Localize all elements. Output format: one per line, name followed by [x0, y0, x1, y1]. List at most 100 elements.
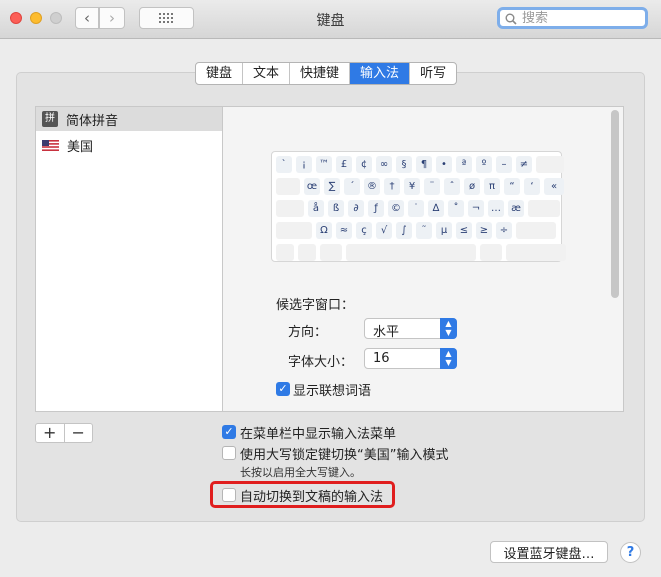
keyboard-key: ` [276, 156, 292, 173]
setup-bluetooth-keyboard-button[interactable]: 设置蓝牙键盘… [490, 541, 608, 563]
keyboard-key: … [488, 200, 504, 217]
tab-text[interactable]: 文本 [243, 63, 291, 84]
keyboard-key: ç [356, 222, 372, 239]
add-source-button[interactable]: + [36, 424, 65, 442]
keyboard-key: ∆ [428, 200, 444, 217]
tab-input-sources[interactable]: 输入法 [350, 63, 411, 84]
keyboard-key: π [484, 178, 500, 195]
keyboard-key: ≈ [336, 222, 352, 239]
title-bar: ‹ › 键盘 搜索 [0, 0, 661, 39]
scrollbar-thumb[interactable] [611, 110, 619, 298]
checkmark-icon: ✓ [224, 425, 234, 438]
search-icon [505, 13, 517, 25]
keyboard-key: † [384, 178, 400, 195]
list-item-pinyin[interactable]: 拼 简体拼音 [36, 107, 222, 131]
show-menu-checkbox[interactable]: ✓ [222, 425, 236, 439]
list-item-label: 美国 [67, 139, 94, 155]
keyboard-key: ¬ [468, 200, 484, 217]
candidate-window-heading: 候选字窗口： [276, 298, 355, 313]
search-placeholder: 搜索 [522, 11, 549, 26]
keyboard-key: – [496, 156, 512, 173]
keyboard-key: √ [376, 222, 392, 239]
help-button[interactable]: ? [620, 542, 641, 563]
keyboard-key: £ [336, 156, 352, 173]
keyboard-key [276, 222, 312, 239]
search-field[interactable]: 搜索 [497, 7, 648, 29]
keyboard-key [320, 244, 342, 261]
list-item-us[interactable]: 美国 [36, 133, 222, 157]
orientation-label: 方向： [288, 325, 328, 340]
list-item-label: 简体拼音 [66, 113, 119, 129]
keyboard-key: ª [456, 156, 472, 173]
keyboard-key [506, 244, 566, 261]
keyboard-key: © [388, 200, 404, 217]
us-flag-icon [42, 139, 59, 151]
keyboard-key: ˜ [416, 222, 432, 239]
keyboard-key [276, 244, 294, 261]
keyboard-key: º [476, 156, 492, 173]
capslock-hint: 长按以启用全大写键入。 [240, 466, 361, 479]
font-size-value: 16 [373, 351, 390, 366]
keyboard-key: œ [304, 178, 320, 195]
keyboard-key [298, 244, 316, 261]
keyboard-viewer: ` ¡ ™ £ ¢ ∞ § ¶ • ª º – ≠ œ ∑ ´ ® † ¥ ¨ ˆ ø π “‘« å ß ∂ ƒ © ˙ ∆ ˚ ¬… æ Ω ≈ ç… [271, 151, 566, 262]
keyboard-key [346, 244, 476, 261]
capslock-switch-label: 使用大写锁定键切换“美国”输入模式 [240, 448, 449, 463]
font-size-label: 字体大小： [288, 355, 354, 370]
remove-source-button[interactable]: − [65, 424, 93, 442]
keyboard-key: ´ [344, 178, 360, 195]
keyboard-key: ˆ [444, 178, 460, 195]
keyboard-key: Ω [316, 222, 332, 239]
auto-switch-label: 自动切换到文稿的输入法 [240, 490, 384, 505]
keyboard-key: ∞ [376, 156, 392, 173]
keyboard-key: ˙ [408, 200, 424, 217]
keyboard-key: ø [464, 178, 480, 195]
keyboard-key: ƒ [368, 200, 384, 217]
updown-arrows-icon: ▲ ▼ [440, 348, 457, 369]
tab-shortcuts[interactable]: 快捷键 [290, 63, 351, 84]
tab-dictation[interactable]: 听写 [410, 63, 456, 84]
tab-bar: 键盘 文本 快捷键 输入法 听写 [195, 62, 458, 85]
keyboard-key: § [396, 156, 412, 173]
predictive-label: 显示联想词语 [293, 384, 372, 399]
keyboard-key [536, 156, 564, 173]
pinyin-icon: 拼 [42, 111, 58, 127]
keyboard-key [276, 200, 304, 217]
keyboard-key: ≠ [516, 156, 532, 173]
add-remove-control: + − [35, 423, 93, 443]
keyboard-key: µ [436, 222, 452, 239]
keyboard-key: ß [328, 200, 344, 217]
keyboard-key: ≥ [476, 222, 492, 239]
keyboard-key: ¢ [356, 156, 372, 173]
keyboard-key: ¡ [296, 156, 312, 173]
orientation-popup[interactable]: 水平 ▲ ▼ [364, 318, 457, 340]
keyboard-key: å [308, 200, 324, 217]
keyboard-key: ∫ [396, 222, 412, 239]
keyboard-key [480, 244, 502, 261]
keyboard-key: ¨ [424, 178, 440, 195]
show-menu-label: 在菜单栏中显示输入法菜单 [240, 427, 397, 442]
keyboard-key: ≤ [456, 222, 472, 239]
predictive-checkbox[interactable]: ✓ [276, 382, 290, 396]
keyboard-key: ∑ [324, 178, 340, 195]
keyboard-key [276, 178, 300, 195]
updown-arrows-icon: ▲ ▼ [440, 318, 457, 339]
keyboard-key: ‘ [524, 178, 540, 195]
capslock-switch-checkbox[interactable] [222, 446, 236, 460]
keyboard-key: ¥ [404, 178, 420, 195]
keyboard-key: • [436, 156, 452, 173]
auto-switch-checkbox[interactable] [222, 488, 236, 502]
keyboard-key: “ [504, 178, 520, 195]
keyboard-key: « [544, 178, 564, 195]
keyboard-key: ˚ [448, 200, 464, 217]
tab-keyboard[interactable]: 键盘 [196, 63, 244, 84]
font-size-popup[interactable]: 16 ▲ ▼ [364, 348, 457, 369]
keyboard-key: ÷ [496, 222, 512, 239]
keyboard-key: ™ [316, 156, 332, 173]
keyboard-key [516, 222, 556, 239]
keyboard-key: ∂ [348, 200, 364, 217]
keyboard-key: ® [364, 178, 380, 195]
input-source-list: 拼 简体拼音 美国 [35, 106, 223, 412]
checkmark-icon: ✓ [278, 382, 288, 395]
keyboard-key: ¶ [416, 156, 432, 173]
